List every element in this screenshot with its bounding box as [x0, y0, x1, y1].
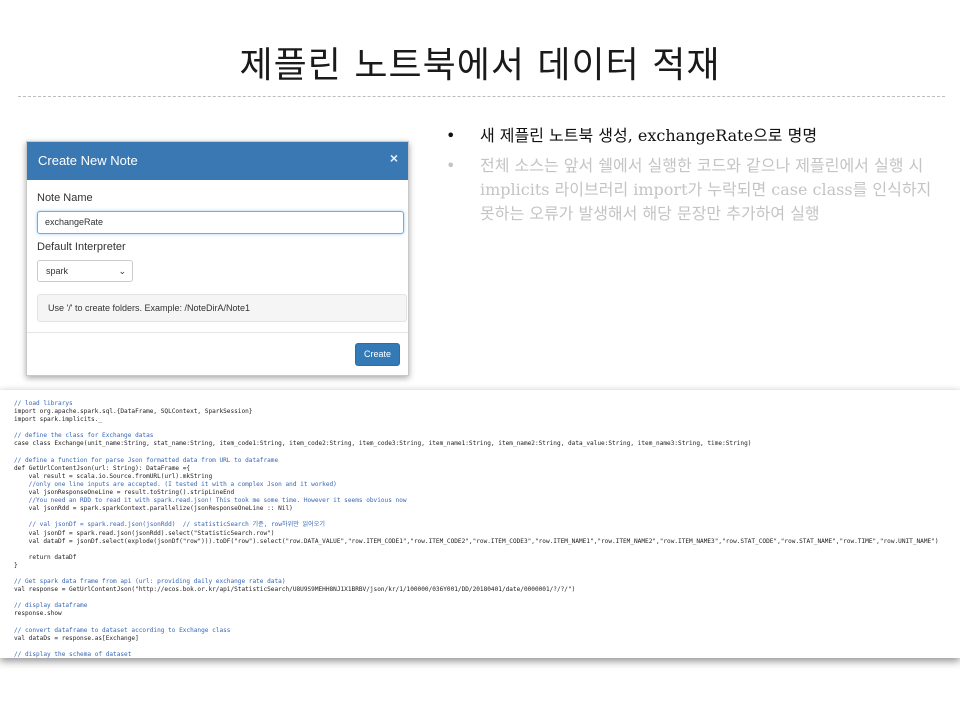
- code-comment-line: // define the class for Exchange datas: [14, 432, 154, 440]
- note-name-input[interactable]: exchangeRate: [37, 211, 404, 234]
- code-comment-line: // load librarys: [14, 400, 73, 407]
- code-comment-line: // Get spark data frame from api (url: p…: [14, 578, 286, 586]
- code-line: val dataDs = response.as[Exchange]: [14, 634, 139, 642]
- slide: 제플린 노트북에서 데이터 적재 Create New Note × Note …: [0, 0, 960, 720]
- code-comment-line: // val jsonDf = spark.read.json(jsonRdd)…: [14, 521, 325, 529]
- code-line: val dataDf = jsonDf.select(explode(jsonD…: [14, 537, 939, 545]
- code-line: val response = GetUrlContentJson("http:/…: [14, 586, 576, 594]
- code-line: def GetUrlContentJson(url: String): Data…: [14, 464, 191, 472]
- interpreter-select[interactable]: spark ⌄: [37, 260, 133, 282]
- bullet-dot: •: [446, 156, 456, 175]
- dialog-footer-divider: [27, 332, 408, 333]
- folder-help-text: Use '/' to create folders. Example: /Not…: [37, 294, 407, 322]
- code-line: val jsonRdd = spark.sparkContext.paralle…: [14, 505, 293, 513]
- code-comment-line: //only one line inputs are accepted. (I …: [14, 480, 337, 488]
- code-line: }: [14, 561, 18, 569]
- bullet-text: 새 제플린 노트북 생성, exchangeRate으로 명명: [480, 126, 818, 145]
- code-comment-line: // define a function for parse Json form…: [14, 456, 279, 464]
- slide-title: 제플린 노트북에서 데이터 적재: [239, 45, 721, 86]
- bullet-list: • 새 제플린 노트북 생성, exchangeRate으로 명명 • 전체 소…: [446, 124, 936, 226]
- code-line: response.show: [14, 610, 62, 618]
- code-screenshot: // load librarys import org.apache.spark.…: [0, 390, 960, 658]
- close-icon[interactable]: ×: [390, 150, 398, 166]
- interpreter-selected-value: spark: [46, 266, 69, 276]
- code-block: // load librarys import org.apache.spark.…: [14, 400, 954, 658]
- code-line: import org.apache.spark.sql.{DataFrame, …: [14, 408, 253, 416]
- create-note-dialog: Create New Note × Note Name exchangeRate…: [26, 141, 409, 376]
- dialog-title: Create New Note: [38, 153, 138, 168]
- title-divider: [18, 96, 945, 97]
- create-button[interactable]: Create: [355, 343, 400, 366]
- bullet-text: 전체 소스는 앞서 쉘에서 실행한 코드와 같으나 제플린에서 실행 시 imp…: [480, 156, 932, 223]
- bullet-item: • 전체 소스는 앞서 쉘에서 실행한 코드와 같으나 제플린에서 실행 시 i…: [446, 154, 936, 226]
- code-comment-line: // display the schema of dataset: [14, 650, 132, 658]
- default-interpreter-label: Default Interpreter: [37, 241, 126, 253]
- code-line: val result = scala.io.Source.fromURL(url…: [14, 472, 213, 480]
- code-line: return dataDf: [14, 553, 77, 561]
- bullet-dot: •: [446, 126, 456, 145]
- dialog-header: Create New Note ×: [27, 142, 408, 180]
- code-comment-line: // convert dataframe to dataset accordin…: [14, 626, 231, 634]
- chevron-down-icon: ⌄: [118, 266, 126, 276]
- code-comment-line: //You need an RDD to read it with spark.…: [14, 497, 407, 505]
- note-name-label: Note Name: [37, 192, 93, 204]
- code-line: case class Exchange(unit_name:String, st…: [14, 440, 752, 448]
- code-line: val jsonResponseOneLine = result.toStrin…: [14, 489, 235, 497]
- code-line: import spark.implicits._: [14, 416, 103, 424]
- code-comment-line: // display dataframe: [14, 602, 88, 610]
- code-line: val jsonDf = spark.read.json(jsonRdd).se…: [14, 529, 275, 537]
- bullet-item: • 새 제플린 노트북 생성, exchangeRate으로 명명: [446, 124, 936, 148]
